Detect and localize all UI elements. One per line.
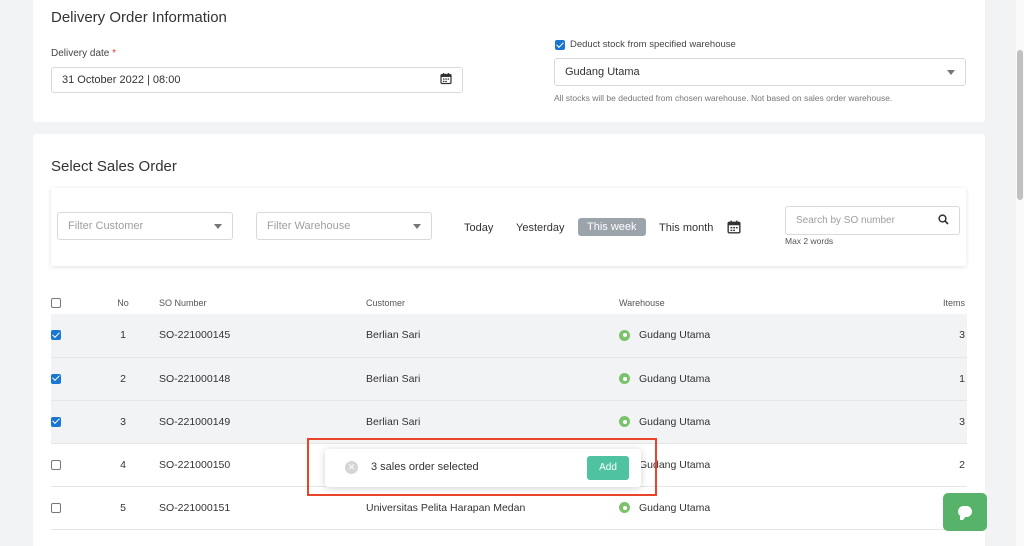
row-items: 3 — [889, 314, 967, 358]
row-warehouse: Gudang Utama — [639, 501, 711, 514]
select-all-cell — [51, 292, 87, 314]
delivery-info-card: Delivery Order Information Delivery date… — [33, 0, 985, 122]
chevron-down-icon — [214, 220, 222, 232]
row-so-number: SO-221000148 — [159, 357, 366, 401]
column-items: Items — [942, 298, 965, 308]
row-items: 1 — [889, 357, 967, 401]
row-customer: Berlian Sari — [366, 357, 619, 401]
date-filter-yesterday[interactable]: Yesterday — [507, 219, 574, 237]
chevron-down-icon — [413, 220, 421, 232]
row-so-number: SO-221000149 — [159, 400, 366, 444]
row-items: 2 — [889, 443, 967, 487]
so-search-helper: Max 2 words — [785, 236, 834, 246]
search-icon[interactable] — [938, 213, 949, 228]
select-all-checkbox[interactable] — [51, 298, 61, 308]
warehouse-select[interactable]: Gudang Utama — [554, 58, 966, 86]
row-no: 1 — [87, 314, 159, 358]
row-no: 4 — [87, 443, 159, 487]
table-header-row: No SO Number Customer Warehouse Items — [51, 292, 967, 314]
filter-customer-placeholder: Filter Customer — [68, 220, 144, 232]
chat-bubble-icon — [958, 506, 972, 520]
date-filter-today[interactable]: Today — [455, 219, 502, 237]
required-mark: * — [112, 48, 117, 59]
row-items: 3 — [889, 400, 967, 444]
date-filter-this-week[interactable]: This week — [578, 218, 646, 236]
highlight-box — [307, 438, 657, 496]
table-row[interactable]: 3 SO-221000149 Berlian Sari Gudang Utama… — [51, 400, 967, 444]
so-search-placeholder: Search by SO number — [796, 215, 895, 226]
warehouse-select-value: Gudang Utama — [565, 66, 640, 78]
deduct-stock-label: Deduct stock from specified warehouse — [570, 39, 736, 50]
page-scrollbar[interactable] — [1016, 0, 1024, 546]
filter-customer-select[interactable]: Filter Customer — [57, 212, 233, 240]
row-no: 3 — [87, 400, 159, 444]
so-search-input[interactable]: Search by SO number — [785, 206, 960, 235]
scrollbar-thumb[interactable] — [1017, 50, 1023, 200]
column-no: No — [117, 298, 129, 308]
delivery-date-label: Delivery date * — [51, 48, 117, 59]
delivery-date-value: 31 October 2022 | 08:00 — [62, 74, 181, 86]
filter-warehouse-placeholder: Filter Warehouse — [267, 220, 351, 232]
delivery-info-title: Delivery Order Information — [51, 9, 227, 26]
row-checkbox[interactable] — [51, 416, 61, 427]
row-warehouse: Gudang Utama — [639, 372, 711, 385]
calendar-icon[interactable] — [727, 220, 741, 239]
location-pin-icon — [619, 502, 630, 513]
row-customer: Berlian Sari — [366, 314, 619, 358]
location-pin-icon — [619, 373, 630, 384]
row-so-number: SO-221000145 — [159, 314, 366, 358]
row-no: 5 — [87, 486, 159, 530]
filter-panel: Filter Customer Filter Warehouse Today Y… — [51, 188, 966, 266]
row-warehouse: Gudang Utama — [639, 329, 711, 342]
row-customer: Berlian Sari — [366, 400, 619, 444]
delivery-date-input[interactable]: 31 October 2022 | 08:00 — [51, 67, 463, 93]
chevron-down-icon — [947, 66, 955, 78]
filter-warehouse-select[interactable]: Filter Warehouse — [256, 212, 432, 240]
date-filter-this-month[interactable]: This month — [650, 219, 722, 237]
deduct-stock-checkbox[interactable] — [555, 40, 565, 50]
table-row[interactable]: 1 SO-221000145 Berlian Sari Gudang Utama… — [51, 314, 967, 358]
calendar-icon[interactable] — [440, 73, 452, 88]
row-no: 2 — [87, 357, 159, 401]
location-pin-icon — [619, 329, 630, 341]
location-pin-icon — [619, 416, 630, 427]
table-row[interactable]: 2 SO-221000148 Berlian Sari Gudang Utama… — [51, 357, 967, 401]
column-so-number: SO Number — [159, 298, 207, 308]
row-checkbox[interactable] — [51, 373, 61, 384]
row-checkbox[interactable] — [51, 459, 61, 470]
row-warehouse: Gudang Utama — [639, 415, 711, 428]
row-checkbox[interactable] — [51, 330, 61, 341]
chat-button[interactable] — [943, 493, 987, 531]
sales-order-title: Select Sales Order — [51, 158, 177, 175]
column-warehouse: Warehouse — [619, 298, 665, 308]
row-checkbox[interactable] — [51, 502, 61, 513]
column-customer: Customer — [366, 298, 406, 308]
warehouse-helper-text: All stocks will be deducted from chosen … — [554, 93, 893, 103]
